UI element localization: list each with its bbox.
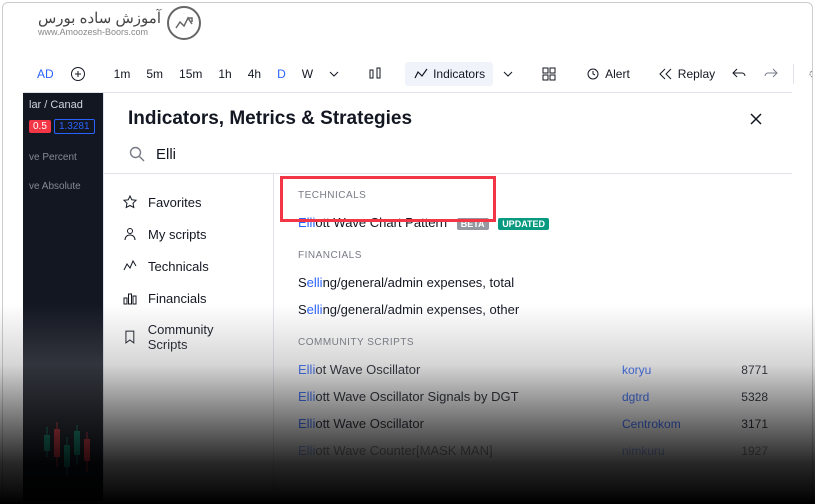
indicators-dropdown[interactable]	[497, 67, 519, 81]
updated-badge: UPDATED	[498, 218, 549, 230]
alert-button[interactable]: Alert	[579, 62, 636, 86]
search-icon	[128, 145, 146, 163]
indicators-label: Indicators	[433, 67, 485, 81]
result-name: Elliott Wave Counter[MASK MAN]	[298, 443, 622, 458]
star-icon	[122, 194, 138, 210]
result-name: Selling/general/admin expenses, other	[298, 302, 768, 317]
watermark: آموزش ساده بورس www.Amoozesh-Boors.com	[38, 6, 201, 40]
result-count: 8771	[722, 363, 768, 377]
search-input[interactable]	[156, 146, 768, 163]
indicators-icon	[413, 66, 429, 82]
result-count: 3171	[722, 417, 768, 431]
sidebar-label: Technicals	[148, 259, 209, 274]
add-symbol-button[interactable]	[64, 62, 92, 86]
result-row[interactable]: Elliott Wave Chart Pattern BETA UPDATED	[298, 209, 768, 236]
section-technicals: TECHNICALS	[298, 190, 768, 201]
result-count: 5328	[722, 390, 768, 404]
result-row[interactable]: Elliott Wave Oscillator Centrokom 3171	[298, 410, 768, 437]
timeframe-1h[interactable]: 1h	[212, 63, 237, 85]
undo-icon	[731, 66, 747, 82]
result-name: Elliot Wave Oscillator	[298, 362, 622, 377]
alert-label: Alert	[605, 67, 630, 81]
chart-panel[interactable]: lar / Canad 0.5 1.3281 ve Percent ve Abs…	[23, 93, 103, 501]
sidebar-label: My scripts	[148, 227, 207, 242]
technicals-icon	[122, 258, 138, 274]
chart-price-value: 1.3281	[54, 119, 95, 134]
chart-indicator-1: ve Percent	[29, 152, 97, 163]
modal-title: Indicators, Metrics & Strategies	[128, 108, 412, 130]
timeframe-d[interactable]: D	[271, 63, 292, 85]
bookmark-icon	[122, 329, 138, 345]
result-name: Selling/general/admin expenses, total	[298, 275, 768, 290]
replay-icon	[658, 66, 674, 82]
sidebar-item-my-scripts[interactable]: My scripts	[104, 218, 273, 250]
close-button[interactable]	[744, 107, 768, 131]
sidebar-item-technicals[interactable]: Technicals	[104, 250, 273, 282]
watermark-subtitle: www.Amoozesh-Boors.com	[38, 27, 161, 37]
timeframe-15m[interactable]: 15m	[173, 63, 208, 85]
timeframe-1m[interactable]: 1m	[108, 63, 137, 85]
modal-sidebar: Favorites My scripts Technicals Financia…	[104, 174, 274, 501]
separator	[793, 64, 794, 84]
cloud-icon	[808, 66, 813, 82]
candlestick-preview	[41, 417, 93, 487]
result-name: Elliott Wave Chart Pattern BETA UPDATED	[298, 215, 768, 230]
sidebar-label: Financials	[148, 291, 207, 306]
templates-button[interactable]	[535, 62, 563, 86]
sidebar-label: Favorites	[148, 195, 201, 210]
watermark-title: آموزش ساده بورس	[38, 9, 161, 27]
sidebar-item-community[interactable]: Community Scripts	[104, 314, 273, 360]
grid-icon	[541, 66, 557, 82]
result-row[interactable]: Selling/general/admin expenses, other	[298, 296, 768, 323]
timeframe-dropdown[interactable]	[323, 67, 345, 81]
close-icon	[748, 111, 764, 127]
redo-icon	[763, 66, 779, 82]
chart-style-button[interactable]	[361, 62, 389, 86]
result-row[interactable]: Elliott Wave Counter[MASK MAN] nimkuru 1…	[298, 437, 768, 464]
redo-button[interactable]	[757, 62, 785, 86]
indicators-button[interactable]: Indicators	[405, 62, 493, 86]
result-author[interactable]: dgtrd	[622, 390, 722, 404]
result-name: Elliott Wave Oscillator Signals by DGT	[298, 389, 622, 404]
person-icon	[122, 226, 138, 242]
result-row[interactable]: Elliott Wave Oscillator Signals by DGT d…	[298, 383, 768, 410]
result-author[interactable]: koryu	[622, 363, 722, 377]
result-count: 1927	[722, 444, 768, 458]
section-financials: FINANCIALS	[298, 250, 768, 261]
timeframe-w[interactable]: W	[296, 63, 319, 85]
candles-icon	[367, 66, 383, 82]
result-row[interactable]: Elliot Wave Oscillator koryu 8771	[298, 356, 768, 383]
alert-icon	[585, 66, 601, 82]
watermark-logo-icon	[167, 6, 201, 40]
result-row[interactable]: Selling/general/admin expenses, total	[298, 269, 768, 296]
financials-icon	[122, 290, 138, 306]
symbol-chip[interactable]: AD	[31, 63, 60, 85]
chart-o-value: 0.5	[29, 120, 51, 133]
result-author[interactable]: Centrokom	[622, 417, 722, 431]
timeframe-4h[interactable]: 4h	[242, 63, 267, 85]
chart-pair-label: lar / Canad	[29, 99, 97, 111]
chevron-down-icon	[329, 71, 339, 77]
sidebar-item-financials[interactable]: Financials	[104, 282, 273, 314]
sidebar-item-favorites[interactable]: Favorites	[104, 186, 273, 218]
replay-button[interactable]: Replay	[652, 62, 721, 86]
replay-label: Replay	[678, 67, 715, 81]
top-toolbar: AD 1m 5m 15m 1h 4h D W Indicators	[23, 55, 792, 93]
result-author[interactable]: nimkuru	[622, 444, 722, 458]
sidebar-label: Community Scripts	[148, 322, 255, 352]
plus-circle-icon	[70, 66, 86, 82]
layout-name-button[interactable]: Unnamed	[802, 62, 813, 86]
beta-badge: BETA	[457, 218, 489, 230]
undo-button[interactable]	[725, 62, 753, 86]
section-community: COMMUNITY SCRIPTS	[298, 337, 768, 348]
indicators-modal: Indicators, Metrics & Strategies Favorit…	[103, 93, 792, 501]
results-panel: TECHNICALS Elliott Wave Chart Pattern BE…	[274, 174, 792, 501]
timeframe-5m[interactable]: 5m	[140, 63, 169, 85]
result-name: Elliott Wave Oscillator	[298, 416, 622, 431]
chart-indicator-2: ve Absolute	[29, 181, 97, 192]
chevron-down-icon	[503, 71, 513, 77]
